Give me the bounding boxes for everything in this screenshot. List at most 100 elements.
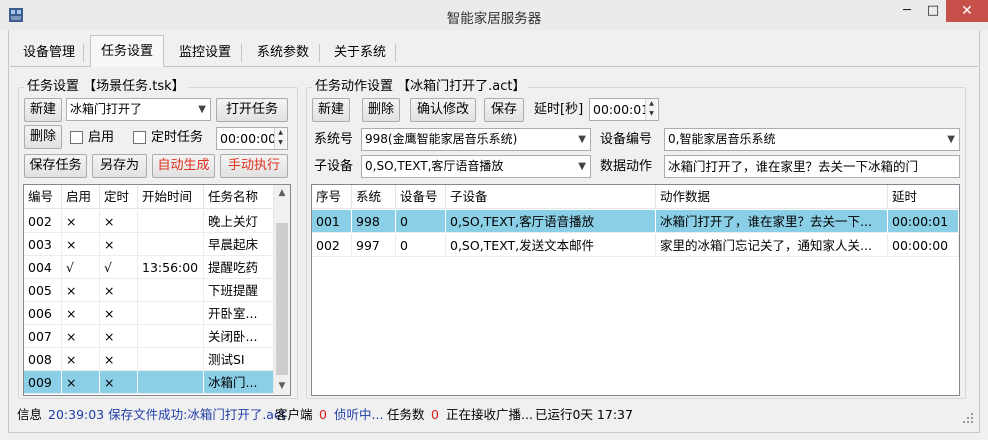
chevron-down-icon: ▼ — [578, 161, 586, 172]
task-row[interactable]: 008 × × 测试SI — [24, 348, 274, 371]
table-cell: 998 — [352, 210, 396, 233]
close-button[interactable]: ✕ — [946, 0, 988, 22]
delay-input[interactable]: 00:00:01 ▲ ▼ — [589, 98, 659, 121]
status-message: 20:39:03 保存文件成功:冰箱门打开了.act — [48, 407, 286, 422]
maximize-button[interactable]: □ — [920, 0, 946, 22]
new-task-button[interactable]: 新建 — [24, 98, 62, 122]
table-cell: × — [100, 233, 138, 256]
manual-run-button[interactable]: 手动执行 — [220, 154, 288, 178]
task-row[interactable]: 005 × × 下班提醒 — [24, 279, 274, 302]
table-cell: 00:00:00 — [888, 234, 959, 257]
action-row[interactable]: 002 997 0 0,SO,TEXT,发送文本邮件 家里的冰箱门忘记关了，通知家人关.… — [312, 234, 959, 257]
data-action-input[interactable]: 冰箱门打开了，谁在家里？去关一下冰箱的门 — [664, 155, 960, 178]
table-cell: 下班提醒 — [204, 279, 274, 302]
table-cell: 004 — [24, 256, 62, 279]
col-action-data[interactable]: 动作数据 — [656, 185, 888, 209]
col-task-name[interactable]: 任务名称 — [204, 185, 274, 209]
task-row[interactable]: 004 √ √ 13:56:00 提醒吃药 — [24, 256, 274, 279]
delete-task-button[interactable]: 删除 — [24, 125, 62, 149]
table-cell: × — [100, 302, 138, 325]
table-cell: 提醒吃药 — [204, 256, 274, 279]
action-row[interactable]: 001 998 0 0,SO,TEXT,客厅语音播放 冰箱门打开了，谁在家里？去关一下.… — [312, 210, 959, 233]
task-select-value: 冰箱门打开了 — [70, 102, 143, 116]
save-as-button[interactable]: 另存为 — [92, 154, 147, 178]
chevron-down-icon: ▼ — [578, 134, 586, 145]
save-task-button[interactable]: 保存任务 — [24, 154, 87, 178]
confirm-edit-button[interactable]: 确认修改 — [410, 98, 476, 122]
col-device-no[interactable]: 设备号 — [396, 185, 446, 209]
table-cell: × — [62, 210, 100, 233]
resize-grip-icon[interactable] — [962, 412, 974, 424]
status-task-label: 任务数 — [387, 407, 425, 422]
table-cell: 005 — [24, 279, 62, 302]
delete-action-button[interactable]: 删除 — [362, 98, 400, 122]
col-delay[interactable]: 延时 — [888, 185, 959, 209]
table-cell: 家里的冰箱门忘记关了，通知家人关... — [656, 234, 888, 257]
enable-checkbox[interactable] — [70, 131, 83, 144]
tab-monitor-settings[interactable]: 监控设置 — [168, 38, 242, 66]
minimize-button[interactable]: ─ — [894, 0, 920, 22]
table-cell: 008 — [24, 348, 62, 371]
table-cell: 0,SO,TEXT,发送文本邮件 — [446, 234, 656, 257]
task-select[interactable]: 冰箱门打开了 ▼ — [66, 98, 211, 121]
subdevice-select[interactable]: 0,SO,TEXT,客厅语音播放 ▼ — [361, 155, 591, 178]
scroll-down-icon[interactable]: ▼ — [274, 378, 290, 395]
table-cell — [138, 325, 204, 348]
action-list-grid[interactable]: 序号 系统 设备号 子设备 动作数据 延时 001 998 0 0,SO,TEXT,客… — [311, 184, 960, 396]
tab-device-management[interactable]: 设备管理 — [14, 38, 84, 66]
table-cell: 002 — [24, 210, 62, 233]
auto-generate-button[interactable]: 自动生成 — [152, 154, 215, 178]
action-grid-header: 序号 系统 设备号 子设备 动作数据 延时 — [312, 185, 959, 209]
table-cell: 0 — [396, 234, 446, 257]
table-cell: × — [62, 348, 100, 371]
new-action-button[interactable]: 新建 — [312, 98, 350, 122]
task-row[interactable]: 002 × × 晚上关灯 — [24, 210, 274, 233]
col-system[interactable]: 系统 — [352, 185, 396, 209]
task-row[interactable]: 007 × × 关闭卧... — [24, 325, 274, 348]
task-time-value: 00:00:00 — [220, 131, 277, 146]
table-cell: 早晨起床 — [204, 233, 274, 256]
table-cell: × — [62, 279, 100, 302]
task-grid-scrollbar[interactable]: ▲ ▼ — [273, 185, 290, 395]
table-cell: 冰箱门打开了，谁在家里？去关一下... — [656, 210, 888, 233]
task-row[interactable]: 003 × × 早晨起床 — [24, 233, 274, 256]
task-row[interactable]: 009 × × 冰箱门... — [24, 371, 274, 394]
timer-checkbox[interactable] — [133, 131, 146, 144]
table-cell: 007 — [24, 325, 62, 348]
table-cell: 003 — [24, 233, 62, 256]
device-number-select[interactable]: 0,智能家居音乐系统 ▼ — [664, 128, 960, 151]
status-listening: 侦听中... — [334, 407, 384, 422]
task-list-grid[interactable]: 编号 启用 定时 开始时间 任务名称 002 × × 晚上关灯 003 × × 早晨起床 004… — [23, 184, 291, 396]
delay-value: 00:00:01 — [593, 102, 650, 117]
col-enabled[interactable]: 启用 — [62, 185, 100, 209]
open-task-button[interactable]: 打开任务 — [216, 98, 288, 122]
time-spinner[interactable]: ▲ ▼ — [274, 128, 286, 149]
table-cell — [138, 371, 204, 394]
task-time-input[interactable]: 00:00:00 ▲ ▼ — [216, 127, 288, 150]
table-cell — [138, 348, 204, 371]
tab-about[interactable]: 关于系统 — [324, 38, 396, 66]
tab-system-params[interactable]: 系统参数 — [246, 38, 320, 66]
table-cell: √ — [62, 256, 100, 279]
col-timer[interactable]: 定时 — [100, 185, 138, 209]
table-cell: × — [100, 348, 138, 371]
table-cell: × — [100, 279, 138, 302]
table-cell: × — [100, 210, 138, 233]
col-seq[interactable]: 序号 — [312, 185, 352, 209]
data-action-label: 数据动作 — [600, 159, 653, 174]
subdevice-label: 子设备 — [314, 159, 354, 174]
col-subdevice[interactable]: 子设备 — [446, 185, 656, 209]
delay-spinner[interactable]: ▲ ▼ — [645, 99, 657, 120]
status-broadcast: 正在接收广播... — [446, 407, 533, 422]
col-number[interactable]: 编号 — [24, 185, 62, 209]
task-row[interactable]: 006 × × 开卧室... — [24, 302, 274, 325]
scroll-thumb[interactable] — [276, 223, 288, 375]
col-start-time[interactable]: 开始时间 — [138, 185, 204, 209]
tab-task-settings[interactable]: 任务设置 — [90, 35, 164, 67]
device-number-value: 0,智能家居音乐系统 — [668, 132, 776, 146]
system-select[interactable]: 998(金鹰智能家居音乐系统) ▼ — [361, 128, 591, 151]
scroll-up-icon[interactable]: ▲ — [274, 185, 290, 202]
save-action-button[interactable]: 保存 — [484, 98, 524, 122]
status-client-count: 0 — [319, 407, 327, 422]
table-cell: × — [62, 302, 100, 325]
